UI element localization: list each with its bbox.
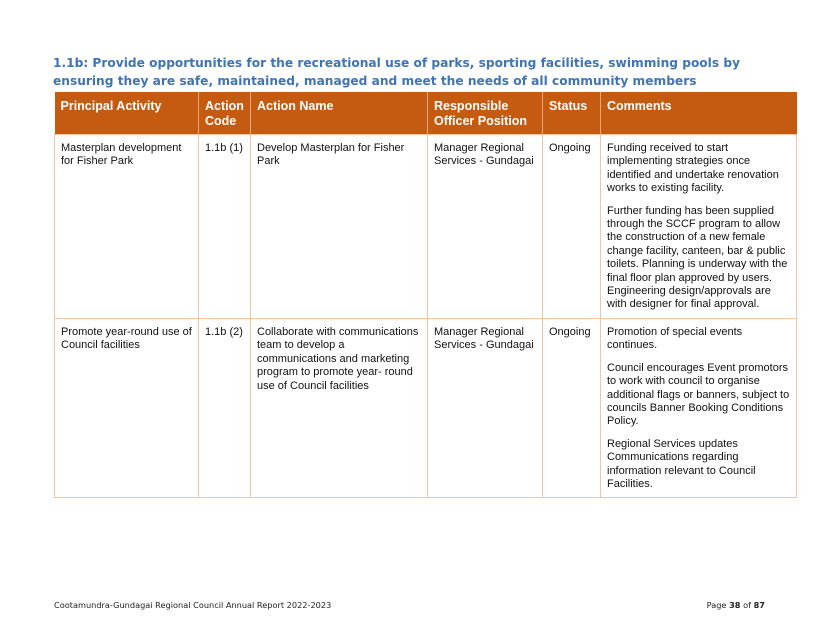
page-word: Page: [706, 600, 727, 610]
table-row: Masterplan development for Fisher Park 1…: [54, 134, 797, 319]
header-action-code: Action Code: [198, 92, 251, 135]
section-heading: 1.1b: Provide opportunities for the recr…: [53, 56, 741, 88]
total-pages: 87: [753, 600, 765, 610]
header-comments: Comments: [600, 92, 797, 135]
cell-status: Ongoing: [542, 134, 601, 319]
cell-principal-activity: Masterplan development for Fisher Park: [54, 134, 199, 319]
table-header-row: Principal Activity Action Code Action Na…: [54, 92, 797, 135]
cell-action-name: Collaborate with communications team to …: [250, 317, 428, 499]
header-responsible-officer: Responsible Officer Position: [427, 92, 543, 135]
cell-principal-activity: Promote year-round use of Council facili…: [54, 317, 199, 499]
comment-paragraph: Council encourages Event promotors to wo…: [607, 361, 790, 428]
table-row: Promote year-round use of Council facili…: [54, 317, 797, 499]
cell-comments: Promotion of special events continues. C…: [600, 317, 797, 499]
action-table: Principal Activity Action Code Action Na…: [54, 92, 797, 499]
header-principal-activity: Principal Activity: [54, 92, 199, 135]
comment-paragraph: Funding received to start implementing s…: [607, 142, 779, 195]
cell-action-code: 1.1b (2): [198, 317, 251, 499]
cell-action-code: 1.1b (1): [198, 134, 251, 319]
comment-paragraph: Promotion of special events continues.: [607, 325, 743, 352]
cell-action-name: Develop Masterplan for Fisher Park: [250, 134, 428, 319]
cell-responsible-officer: Manager Regional Services - Gundagai: [427, 134, 543, 319]
current-page: 38: [729, 600, 741, 610]
comment-paragraph: Regional Services updates Communications…: [607, 437, 756, 490]
cell-comments: Funding received to start implementing s…: [600, 134, 797, 319]
cell-responsible-officer: Manager Regional Services - Gundagai: [427, 317, 543, 499]
comment-paragraph: Further funding has been supplied throug…: [607, 204, 788, 311]
footer-page-number: Page 38 of 87: [707, 600, 765, 610]
header-status: Status: [542, 92, 601, 135]
footer-report-title: Cootamundra-Gundagai Regional Council An…: [54, 600, 332, 610]
cell-status: Ongoing: [542, 317, 601, 499]
header-action-name: Action Name: [250, 92, 428, 135]
of-word: of: [743, 600, 751, 610]
